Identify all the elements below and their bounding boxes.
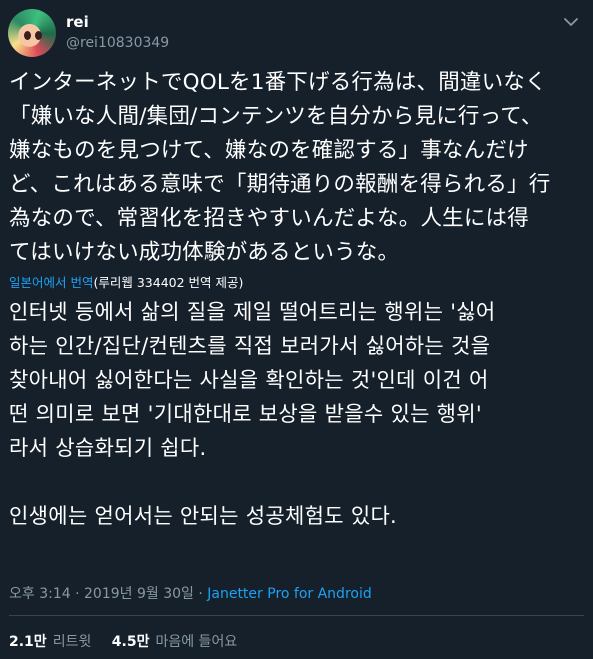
likes-count: 4.5만	[111, 634, 150, 650]
divider	[9, 615, 584, 616]
translated-text-line: 찾아내어 싫어한다는 사실을 확인하는 것'인데 이건 어	[9, 368, 489, 392]
source-app-link[interactable]: Janetter Pro for Android	[207, 586, 371, 602]
translated-text-line: 떤 의미로 보면 '기대한대로 보상을 받을수 있는 행위'	[9, 402, 482, 426]
user-handle[interactable]: @rei10830349	[66, 35, 169, 51]
display-name[interactable]: rei	[66, 13, 89, 31]
translate-link[interactable]: 일본어에서 번역	[9, 275, 93, 290]
tweet-text-line: 為なので、常習化を招きやすいんだよな。人生には得	[9, 206, 529, 231]
tweet-text-line: 「嫌いな人間/集団/コンテンツを自分から見に行って、	[9, 104, 543, 129]
translated-text: 인터넷 등에서 삶의 질을 제일 떨어트리는 행위는 '싫어 하는 인간/집단/…	[9, 295, 584, 533]
avatar-eye-right	[35, 31, 42, 40]
likes-label: 마음에 들어요	[155, 634, 238, 650]
translated-text-line: 인생에는 얻어서는 안되는 성공체험도 있다.	[9, 504, 398, 528]
tweet-text-line: インターネットでQOLを1番下げる行為は、間違いなく	[9, 70, 547, 95]
avatar-eye-left	[24, 31, 31, 40]
tweet-text: インターネットでQOLを1番下げる行為は、間違いなく 「嫌いな人間/集団/コンテ…	[9, 66, 584, 270]
translation-header: 일본어에서 번역(루리웹 334402 번역 제공)	[9, 272, 243, 291]
translated-text-line: 라서 상습화되기 쉽다.	[9, 436, 207, 460]
retweets-stat[interactable]: 2.1만 리트윗	[9, 634, 91, 650]
chevron-down-icon[interactable]	[561, 12, 581, 32]
tweet-text-line: ど、これはある意味で「期待通りの報酬を得られる」行	[9, 172, 551, 197]
translated-text-line: 인터넷 등에서 삶의 질을 제일 떨어트리는 행위는 '싫어	[9, 300, 496, 324]
retweets-label: 리트윗	[52, 634, 92, 650]
avatar[interactable]	[8, 9, 56, 57]
tweet-card: rei @rei10830349 インターネットでQOLを1番下げる行為は、間違…	[0, 0, 593, 659]
tweet-text-line: てはいけない成功体験があるというな。	[9, 240, 400, 265]
tweet-stats: 2.1만 리트윗 4.5만 마음에 들어요	[9, 631, 253, 651]
tweet-meta: 오후 3:14 · 2019년 9월 30일 · Janetter Pro fo…	[9, 583, 372, 603]
translated-text-line: 하는 인간/집단/컨텐츠를 직접 보러가서 싫어하는 것을	[9, 334, 491, 358]
tweet-text-line: 嫌なものを見つけて、嫌なのを確認する」事なんだけ	[9, 138, 529, 163]
translation-provider: (루리웹 334402 번역 제공)	[93, 275, 244, 290]
timestamp[interactable]: 오후 3:14 · 2019년 9월 30일 ·	[9, 586, 207, 602]
retweets-count: 2.1만	[9, 634, 47, 650]
likes-stat[interactable]: 4.5만 마음에 들어요	[112, 634, 237, 650]
